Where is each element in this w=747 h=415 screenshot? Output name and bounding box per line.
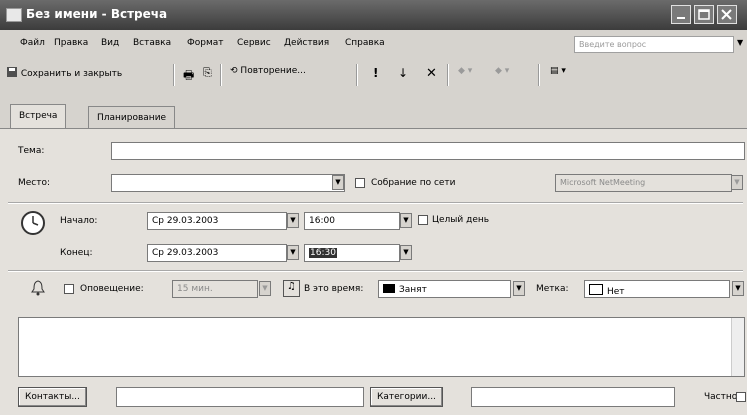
reminder-label: Оповещение: (80, 284, 144, 294)
reminder-dropdown-button[interactable]: ▼ (259, 281, 271, 296)
menu-file[interactable]: Файл (20, 38, 45, 48)
categories-input[interactable] (471, 387, 675, 407)
label-label: Метка: (536, 284, 569, 294)
menu-view[interactable]: Вид (101, 38, 119, 48)
show-as-label: В это время: (304, 284, 364, 294)
all-day-label: Целый день (432, 215, 490, 225)
minimize-icon (677, 17, 685, 19)
menu-edit[interactable]: Правка (54, 38, 88, 48)
private-checkbox[interactable] (736, 392, 746, 402)
importance-high-icon[interactable]: ! (373, 66, 378, 80)
delete-icon[interactable]: ✕ (426, 66, 437, 81)
appointment-panel: Тема: Место: ▼ Собрание по сети Microsof… (0, 128, 747, 415)
title-bar[interactable]: Без имени - Встреча (0, 0, 747, 30)
location-label: Место: (18, 178, 51, 188)
minimize-button[interactable] (671, 5, 691, 24)
attach-icon[interactable]: ⎘ (203, 66, 212, 80)
start-time-dropdown[interactable]: ▼ (400, 213, 412, 228)
menu-tools[interactable]: Сервис (237, 38, 271, 48)
reminder-checkbox[interactable] (64, 284, 74, 294)
bell-icon (31, 280, 45, 296)
location-dropdown-button[interactable]: ▼ (332, 175, 344, 190)
subject-input[interactable] (111, 142, 745, 160)
end-date-input[interactable]: Ср 29.03.2003 (147, 244, 287, 262)
notes-textarea[interactable] (18, 317, 745, 377)
previous-item-icon[interactable]: ◆ ▾ (458, 66, 472, 76)
categories-button[interactable]: Категории... (370, 387, 443, 407)
contacts-button[interactable]: Контакты... (18, 387, 87, 407)
menu-insert[interactable]: Вставка (133, 38, 171, 48)
netmeeting-select[interactable]: Microsoft NetMeeting (555, 174, 732, 192)
recurrence-icon: ⟲ (230, 66, 238, 76)
label-select[interactable]: Нет (584, 280, 730, 298)
tab-strip: Встреча Планирование (0, 102, 747, 130)
subject-label: Тема: (18, 146, 45, 156)
chevron-down-icon[interactable]: ▼ (737, 38, 743, 47)
label-swatch (589, 284, 603, 295)
appointment-window: Без имени - Встреча Файл Правка Вид Вста… (0, 0, 747, 415)
end-date-dropdown[interactable]: ▼ (287, 245, 299, 260)
save-icon (7, 67, 17, 77)
menu-help[interactable]: Справка (345, 38, 385, 48)
end-time-input[interactable]: 16:30 (304, 244, 400, 262)
close-icon (721, 9, 732, 20)
show-as-value: Занят (399, 285, 427, 295)
location-input[interactable] (111, 174, 345, 192)
maximize-icon (698, 9, 710, 20)
clock-icon (21, 211, 45, 235)
menu-format[interactable]: Формат (187, 38, 224, 48)
tab-appointment[interactable]: Встреча (10, 104, 67, 129)
notes-scrollbar[interactable] (731, 318, 744, 376)
online-meeting-label: Собрание по сети (371, 178, 456, 188)
tab-scheduling[interactable]: Планирование (88, 106, 176, 128)
toolbar: Сохранить и закрыть 🖶 ⎘ ⟲ Повторение... … (0, 58, 747, 90)
all-day-checkbox[interactable] (418, 215, 428, 225)
show-as-select[interactable]: Занят (378, 280, 511, 298)
recurrence-label: Повторение... (240, 66, 306, 76)
start-time-input[interactable]: 16:00 (304, 212, 400, 230)
options-icon[interactable]: ▤ ▾ (550, 66, 566, 76)
label-dropdown-button[interactable]: ▼ (732, 281, 744, 296)
save-close-label: Сохранить и закрыть (20, 69, 123, 79)
save-close-button[interactable]: Сохранить и закрыть (6, 66, 122, 79)
contacts-input[interactable] (116, 387, 364, 407)
window-title: Без имени - Встреча (26, 7, 168, 21)
maximize-button[interactable] (694, 5, 714, 24)
print-icon[interactable]: 🖶 (183, 66, 194, 87)
next-item-icon[interactable]: ◆ ▾ (495, 66, 509, 76)
start-date-input[interactable]: Ср 29.03.2003 (147, 212, 287, 230)
recurrence-button[interactable]: ⟲ Повторение... (230, 66, 306, 76)
start-label: Начало: (60, 216, 98, 226)
start-date-dropdown[interactable]: ▼ (287, 213, 299, 228)
close-button[interactable] (717, 5, 737, 24)
menu-actions[interactable]: Действия (284, 38, 329, 48)
appointment-app-icon[interactable] (6, 8, 22, 22)
end-time-dropdown[interactable]: ▼ (400, 245, 412, 260)
netmeeting-dropdown-button[interactable]: ▼ (731, 175, 743, 190)
question-input[interactable]: Введите вопрос (574, 36, 734, 53)
show-as-dropdown-button[interactable]: ▼ (513, 281, 525, 296)
online-meeting-checkbox[interactable] (355, 178, 365, 188)
sound-icon[interactable]: ♫ (283, 280, 300, 297)
label-value: Нет (607, 287, 625, 297)
busy-swatch (383, 284, 395, 293)
end-time-selected: 16:30 (309, 248, 337, 258)
end-label: Конец: (60, 248, 93, 258)
importance-low-icon[interactable]: ↓ (398, 66, 408, 80)
reminder-select[interactable]: 15 мин. (172, 280, 258, 298)
